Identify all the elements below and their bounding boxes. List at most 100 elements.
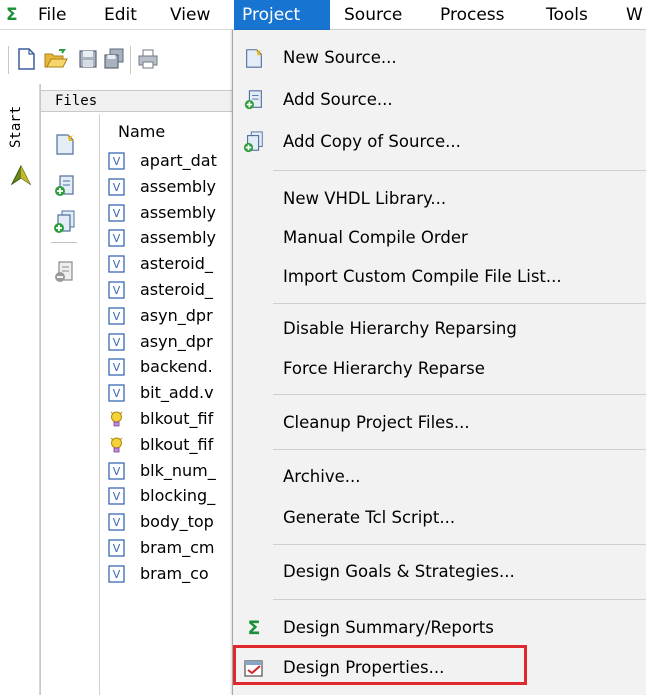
file-row[interactable]: Vbackend.	[108, 354, 240, 380]
menu-item-add-copy-of-source[interactable]: Add Copy of Source...	[233, 122, 646, 162]
new-source-icon	[246, 47, 263, 68]
verilog-file-icon: V	[108, 384, 125, 402]
menu-file[interactable]: File	[30, 0, 74, 30]
menu-process[interactable]: Process	[432, 0, 513, 30]
new-source-icon[interactable]	[53, 132, 77, 156]
menu-item-disable-hierarchy-reparsing[interactable]: Disable Hierarchy Reparsing	[233, 309, 646, 349]
menu-tools[interactable]: Tools	[538, 0, 596, 30]
menu-source[interactable]: Source	[336, 0, 410, 30]
file-name: asyn_dpr	[140, 331, 213, 351]
menu-item-label: Generate Tcl Script...	[283, 508, 456, 527]
file-row[interactable]: Vbody_top	[108, 509, 240, 535]
menu-item-import-custom-compile-file-list[interactable]: Import Custom Compile File List...	[233, 257, 646, 297]
svg-text:V: V	[113, 387, 121, 400]
save-icon[interactable]	[78, 48, 98, 70]
verilog-file-icon: V	[108, 513, 125, 531]
verilog-file-icon: V	[108, 307, 125, 325]
menu-project[interactable]: Project	[234, 0, 330, 30]
menu-item-label: Archive...	[283, 467, 361, 486]
file-row[interactable]: blkout_fif	[108, 406, 240, 432]
menu-edit[interactable]: Edit	[96, 0, 145, 30]
file-row[interactable]: Vapart_dat	[108, 148, 240, 174]
menu-item-label: Force Hierarchy Reparse	[283, 359, 485, 378]
add-source-icon[interactable]	[53, 174, 77, 198]
file-row[interactable]: Vblocking_	[108, 483, 240, 509]
svg-text:V: V	[113, 542, 121, 555]
toolbar-separator	[130, 46, 131, 74]
design-arrow-icon[interactable]	[10, 164, 32, 186]
menu-separator	[273, 394, 646, 395]
svg-text:V: V	[113, 155, 121, 168]
menu-item-cleanup-project-files[interactable]: Cleanup Project Files...	[233, 403, 646, 443]
verilog-file-icon: V	[108, 281, 125, 299]
menu-item-label: Import Custom Compile File List...	[283, 267, 562, 286]
file-row[interactable]: Vassembly	[108, 225, 240, 251]
menu-item-new-vhdl-library[interactable]: New VHDL Library...	[233, 179, 646, 219]
file-row[interactable]: Vasteroid_	[108, 277, 240, 303]
verilog-file-icon: V	[108, 539, 125, 557]
start-tab[interactable]: Start	[8, 98, 26, 148]
menu-bar: Σ File Edit View Project Source Process …	[0, 0, 646, 30]
ip-core-icon	[110, 437, 123, 453]
remove-source-icon[interactable]	[53, 260, 77, 284]
menu-item-archive[interactable]: Archive...	[233, 457, 646, 497]
menu-item-design-summary-reports[interactable]: Σ Design Summary/Reports	[233, 608, 646, 648]
menu-item-design-goals-strategies[interactable]: Design Goals & Strategies...	[233, 552, 646, 592]
verilog-file-icon: V	[108, 152, 125, 170]
file-row[interactable]: Vassembly	[108, 174, 240, 200]
start-panel: Start	[0, 84, 40, 695]
design-properties-icon	[244, 660, 263, 677]
verilog-file-icon: V	[108, 487, 125, 506]
name-column-header[interactable]: Name	[100, 116, 240, 148]
file-row[interactable]: Vbram_co	[108, 561, 240, 587]
menu-item-label: New VHDL Library...	[283, 189, 447, 208]
file-row[interactable]: Vasteroid_	[108, 251, 240, 277]
file-row[interactable]: Vassembly	[108, 200, 240, 226]
toolbar-grip	[8, 46, 9, 74]
project-menu-dropdown: New Source... Add Source... Add Copy of …	[232, 30, 646, 695]
menu-item-label: Add Copy of Source...	[283, 132, 461, 151]
print-icon[interactable]	[138, 48, 158, 70]
menu-item-generate-tcl-script[interactable]: Generate Tcl Script...	[233, 498, 646, 538]
svg-text:V: V	[113, 361, 121, 374]
menu-separator	[273, 544, 646, 545]
open-folder-icon[interactable]	[44, 48, 68, 70]
menu-item-force-hierarchy-reparse[interactable]: Force Hierarchy Reparse	[233, 349, 646, 389]
file-row[interactable]: Vbram_cm	[108, 535, 240, 561]
side-toolbar-separator	[51, 242, 77, 243]
menu-separator	[273, 170, 646, 171]
verilog-file-icon: V	[108, 203, 125, 222]
file-name: bit_add.v	[140, 383, 214, 403]
svg-text:V: V	[113, 284, 121, 297]
file-row[interactable]: Vasyn_dpr	[108, 303, 240, 329]
file-name: assembly	[140, 228, 216, 248]
menu-item-add-source[interactable]: Add Source...	[233, 80, 646, 120]
verilog-file-icon: V	[108, 461, 125, 480]
menu-item-design-properties[interactable]: Design Properties...	[233, 645, 646, 688]
file-name: blocking_	[140, 486, 216, 506]
add-copy-source-icon	[243, 131, 263, 153]
menu-item-label: Cleanup Project Files...	[283, 413, 470, 432]
svg-text:V: V	[113, 336, 121, 349]
menu-window[interactable]: W	[618, 0, 646, 30]
new-file-icon[interactable]	[16, 48, 36, 70]
file-row[interactable]: Vblk_num_	[108, 458, 240, 484]
menu-item-label: Add Source...	[283, 90, 393, 109]
file-row[interactable]: blkout_fif	[108, 432, 240, 458]
file-row[interactable]: Vasyn_dpr	[108, 329, 240, 355]
file-name: backend.	[140, 357, 213, 377]
file-name: assembly	[140, 202, 216, 222]
file-name: blkout_fif	[140, 434, 214, 454]
file-name: assembly	[140, 176, 216, 196]
menu-item-new-source[interactable]: New Source...	[233, 38, 646, 78]
menu-item-manual-compile-order[interactable]: Manual Compile Order	[233, 218, 646, 258]
add-copy-source-icon[interactable]	[53, 210, 77, 234]
app-logo-icon: Σ	[6, 5, 18, 25]
save-all-icon[interactable]	[104, 48, 124, 70]
file-row[interactable]: Vbit_add.v	[108, 380, 240, 406]
add-source-icon	[244, 90, 262, 110]
menu-item-label: Design Goals & Strategies...	[283, 562, 515, 581]
svg-text:V: V	[113, 181, 121, 194]
svg-text:V: V	[113, 568, 121, 581]
menu-view[interactable]: View	[162, 0, 218, 30]
